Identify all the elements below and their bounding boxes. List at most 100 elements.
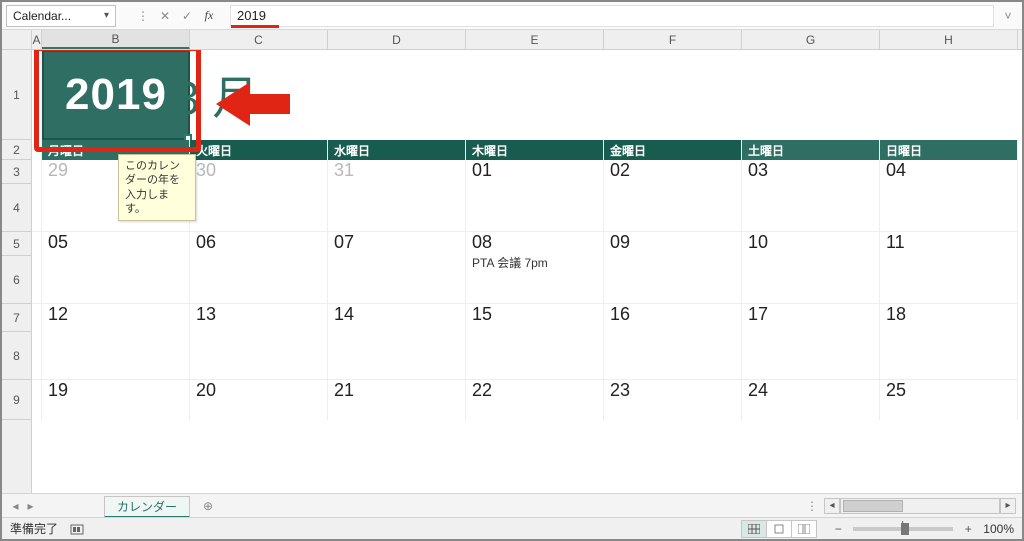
- date-cell[interactable]: 04: [880, 160, 1018, 184]
- horizontal-scrollbar[interactable]: ⋮ ◂ ▸: [806, 498, 1022, 514]
- col-header-C[interactable]: C: [190, 30, 328, 49]
- calendar-cell[interactable]: [604, 184, 742, 232]
- row-header-9[interactable]: 9: [2, 380, 31, 420]
- splitter-handle-icon[interactable]: ⋮: [806, 499, 818, 513]
- calendar-cell[interactable]: [880, 332, 1018, 380]
- date-cell[interactable]: 11: [880, 232, 1018, 256]
- calendar-cell[interactable]: [466, 184, 604, 232]
- scroll-thumb[interactable]: [843, 500, 903, 512]
- dow-tue[interactable]: 火曜日: [190, 140, 328, 160]
- last-sheet-icon[interactable]: ▸: [27, 499, 33, 513]
- sheet-nav[interactable]: ◂ ▸: [2, 499, 44, 513]
- calendar-cell[interactable]: [742, 332, 880, 380]
- col-header-B[interactable]: B: [42, 30, 190, 49]
- zoom-level[interactable]: 100%: [983, 522, 1014, 536]
- zoom-thumb[interactable]: [901, 523, 909, 535]
- page-break-view-button[interactable]: [791, 520, 817, 538]
- date-cell[interactable]: 17: [742, 304, 880, 332]
- date-cell[interactable]: 02: [604, 160, 742, 184]
- calendar-cell[interactable]: [880, 256, 1018, 304]
- row-header-7[interactable]: 7: [2, 304, 31, 332]
- calendar-cell[interactable]: [604, 332, 742, 380]
- zoom-out-button[interactable]: −: [831, 522, 845, 536]
- worksheet-grid[interactable]: 1 2 3 4 5 6 7 8 9 2019: [2, 50, 1022, 493]
- calendar-cell[interactable]: [742, 184, 880, 232]
- macro-record-icon[interactable]: [70, 522, 84, 536]
- date-cell[interactable]: 14: [328, 304, 466, 332]
- date-cell[interactable]: 30: [190, 160, 328, 184]
- date-cell[interactable]: 24: [742, 380, 880, 420]
- new-sheet-button[interactable]: ⊕: [196, 498, 220, 514]
- formula-input[interactable]: 2019: [230, 5, 994, 27]
- date-cell[interactable]: 25: [880, 380, 1018, 420]
- row-header-6[interactable]: 6: [2, 256, 31, 304]
- dow-thu[interactable]: 木曜日: [466, 140, 604, 160]
- zoom-slider[interactable]: [853, 527, 953, 531]
- month-cell[interactable]: 3 月: [190, 50, 1018, 140]
- row-header-2[interactable]: 2: [2, 140, 31, 160]
- dow-wed[interactable]: 水曜日: [328, 140, 466, 160]
- expand-formula-bar-icon[interactable]: ˅: [998, 9, 1018, 23]
- scroll-track[interactable]: [840, 498, 1000, 514]
- calendar-cell[interactable]: [42, 332, 190, 380]
- dow-sat[interactable]: 土曜日: [742, 140, 880, 160]
- date-cell[interactable]: 08 PTA 会議 7pm: [466, 232, 604, 256]
- fx-icon[interactable]: fx: [198, 5, 220, 27]
- calendar-cell[interactable]: [328, 184, 466, 232]
- normal-view-button[interactable]: [741, 520, 767, 538]
- row-header-8[interactable]: 8: [2, 332, 31, 380]
- col-header-G[interactable]: G: [742, 30, 880, 49]
- calendar-cell[interactable]: [328, 332, 466, 380]
- date-cell[interactable]: 06: [190, 232, 328, 256]
- calendar-cell[interactable]: [466, 256, 604, 304]
- col-header-F[interactable]: F: [604, 30, 742, 49]
- calendar-cell[interactable]: [190, 184, 328, 232]
- calendar-cell[interactable]: [880, 184, 1018, 232]
- calendar-cell[interactable]: [190, 256, 328, 304]
- row-header-4[interactable]: 4: [2, 184, 31, 232]
- date-cell[interactable]: 01: [466, 160, 604, 184]
- date-cell[interactable]: 10: [742, 232, 880, 256]
- calendar-cell[interactable]: [742, 256, 880, 304]
- date-cell[interactable]: 09: [604, 232, 742, 256]
- calendar-cell[interactable]: [466, 332, 604, 380]
- row-header-3[interactable]: 3: [2, 160, 31, 184]
- col-header-D[interactable]: D: [328, 30, 466, 49]
- dow-sun[interactable]: 日曜日: [880, 140, 1018, 160]
- sheet-tab[interactable]: カレンダー: [104, 496, 190, 518]
- page-layout-view-button[interactable]: [766, 520, 792, 538]
- date-cell[interactable]: 16: [604, 304, 742, 332]
- col-header-A[interactable]: A: [32, 30, 42, 49]
- more-button[interactable]: ⋮: [132, 5, 154, 27]
- scroll-right-button[interactable]: ▸: [1000, 498, 1016, 514]
- dow-fri[interactable]: 金曜日: [604, 140, 742, 160]
- date-cell[interactable]: 21: [328, 380, 466, 420]
- date-cell[interactable]: 07: [328, 232, 466, 256]
- scroll-left-button[interactable]: ◂: [824, 498, 840, 514]
- first-sheet-icon[interactable]: ◂: [12, 499, 18, 513]
- date-cell[interactable]: 05: [42, 232, 190, 256]
- date-cell[interactable]: 15: [466, 304, 604, 332]
- date-cell[interactable]: 18: [880, 304, 1018, 332]
- date-cell[interactable]: 31: [328, 160, 466, 184]
- enter-button[interactable]: ✓: [176, 5, 198, 27]
- select-all-button[interactable]: [2, 30, 32, 49]
- date-cell[interactable]: 23: [604, 380, 742, 420]
- date-cell[interactable]: 22: [466, 380, 604, 420]
- col-header-H[interactable]: H: [880, 30, 1018, 49]
- row-header-5[interactable]: 5: [2, 232, 31, 256]
- name-box[interactable]: Calendar... ▾: [6, 5, 116, 27]
- date-cell[interactable]: 20: [190, 380, 328, 420]
- calendar-cell[interactable]: [190, 332, 328, 380]
- calendar-cell[interactable]: [42, 256, 190, 304]
- calendar-cell[interactable]: [604, 256, 742, 304]
- date-cell[interactable]: 13: [190, 304, 328, 332]
- col-header-E[interactable]: E: [466, 30, 604, 49]
- cancel-button[interactable]: ✕: [154, 5, 176, 27]
- calendar-cell[interactable]: [328, 256, 466, 304]
- date-cell[interactable]: 12: [42, 304, 190, 332]
- zoom-in-button[interactable]: +: [961, 522, 975, 536]
- year-cell[interactable]: 2019: [42, 50, 190, 140]
- date-cell[interactable]: 03: [742, 160, 880, 184]
- row-header-1[interactable]: 1: [2, 50, 31, 140]
